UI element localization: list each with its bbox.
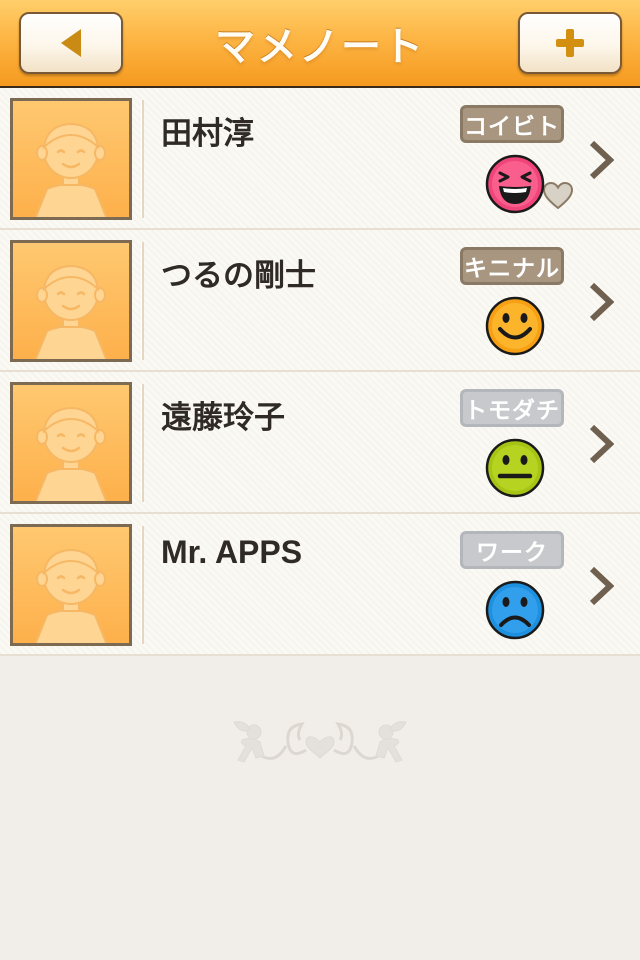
chevron-right-icon[interactable]	[588, 424, 614, 464]
contact-name: 田村淳	[161, 116, 254, 152]
heart-icon	[543, 182, 573, 210]
smile-face-icon	[485, 296, 545, 356]
relationship-tag: キニナル	[460, 247, 564, 285]
sad-face-icon	[485, 580, 545, 640]
cupid-ornament-icon	[233, 721, 407, 763]
divider	[141, 384, 144, 502]
chevron-right-icon[interactable]	[588, 566, 614, 606]
add-button[interactable]	[518, 12, 622, 74]
avatar-placeholder-icon	[10, 524, 132, 646]
contact-row[interactable]: 遠藤玲子 トモダチ	[0, 372, 640, 514]
avatar-placeholder-icon	[10, 98, 132, 220]
divider	[141, 100, 144, 218]
contact-row[interactable]: つるの剛士 キニナル	[0, 230, 640, 494]
contact-name: Mr. APPS	[161, 534, 303, 570]
chevron-right-icon[interactable]	[588, 282, 614, 322]
avatar-placeholder-icon	[10, 382, 132, 504]
navigation-bar: マメノート	[0, 0, 640, 88]
divider	[141, 242, 144, 360]
plus-icon	[556, 29, 584, 57]
contact-row[interactable]: Mr. APPS ワーク	[0, 514, 640, 656]
neutral-face-icon	[485, 438, 545, 498]
laughing-face-icon	[485, 154, 545, 214]
contact-name: 遠藤玲子	[161, 400, 285, 436]
relationship-tag: トモダチ	[460, 389, 564, 427]
relationship-tag: ワーク	[460, 531, 564, 569]
chevron-right-icon[interactable]	[588, 140, 614, 180]
contact-name: つるの剛士	[161, 258, 316, 294]
contact-list: 田村淳 コイビト つるの剛士 キニナル 遠藤玲子 トモダチ Mr. APPS ワ…	[0, 88, 640, 656]
avatar-placeholder-icon	[10, 240, 132, 362]
relationship-tag: コイビト	[460, 105, 564, 143]
contact-row[interactable]: 田村淳 コイビト	[0, 88, 640, 230]
divider	[141, 526, 144, 644]
